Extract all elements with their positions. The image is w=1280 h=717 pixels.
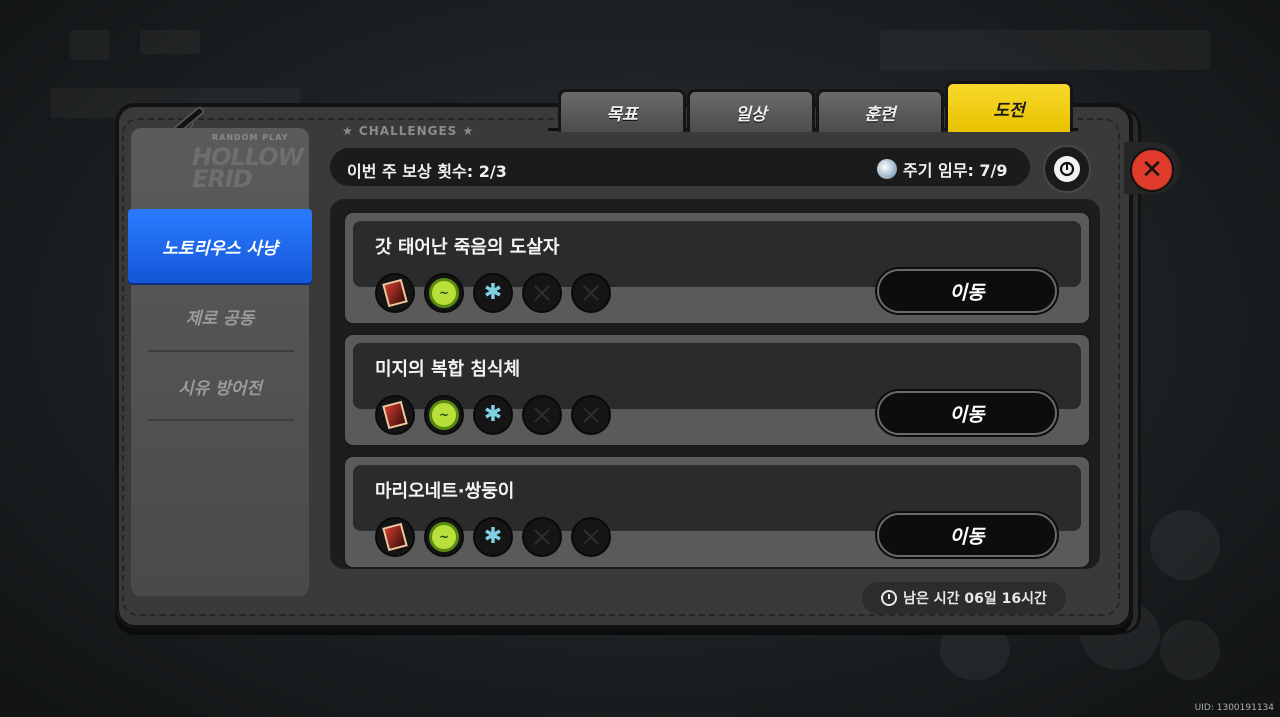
- cycle-tasks: 주기 임무: 7/9: [877, 157, 1008, 181]
- challenge-card: 미지의 복합 침식체 ~ ✱ 이동: [343, 333, 1091, 447]
- go-button[interactable]: 이동: [877, 513, 1057, 557]
- tab-label: 훈련: [864, 104, 896, 125]
- weekly-reward-count: 이번 주 보상 횟수: 2/3: [347, 162, 507, 181]
- empty-slot-icon: [571, 395, 611, 435]
- sidebar-item-label: 시유 방어전: [177, 378, 263, 399]
- go-button[interactable]: 이동: [877, 391, 1057, 435]
- globe-icon: [877, 159, 897, 179]
- bg-decoration: [70, 30, 110, 60]
- tab-label: 일상: [735, 104, 767, 125]
- logo-subtitle: RANDOM PLAY: [212, 133, 289, 142]
- sidebar-item-label: 노토리우스 사냥: [162, 238, 278, 259]
- close-icon: ✕: [1130, 148, 1174, 192]
- reward-card-icon[interactable]: [375, 517, 415, 557]
- clock-icon: [881, 590, 898, 606]
- reward-card-icon[interactable]: [375, 273, 415, 313]
- time-remaining-text: 남은 시간 06일 16시간: [903, 591, 1047, 607]
- sidebar-item-label: 제로 공동: [185, 308, 255, 329]
- sidebar-divider: [148, 419, 294, 421]
- challenge-card: 갓 태어난 죽음의 도살자 ~ ✱ 이동: [343, 211, 1091, 325]
- empty-slot-icon: [522, 517, 562, 557]
- empty-slot-icon: [571, 517, 611, 557]
- close-button[interactable]: ✕: [1124, 142, 1180, 194]
- challenge-card: 마리오네트·쌍둥이 ~ ✱ 이동: [343, 455, 1091, 569]
- time-remaining: 남은 시간 06일 16시간: [862, 582, 1066, 614]
- reward-coin-icon[interactable]: ~: [424, 395, 464, 435]
- empty-slot-icon: [571, 273, 611, 313]
- tab-label: 목표: [606, 104, 638, 125]
- tab-training[interactable]: 훈련: [816, 89, 944, 132]
- empty-slot-icon: [522, 273, 562, 313]
- reward-coin-icon[interactable]: ~: [424, 273, 464, 313]
- reward-gear-icon[interactable]: ✱: [473, 395, 513, 435]
- empty-slot-icon: [522, 395, 562, 435]
- bg-decoration: [1160, 620, 1220, 680]
- tab-daily[interactable]: 일상: [687, 89, 815, 132]
- reward-icons: ~ ✱: [375, 395, 611, 435]
- bg-decoration: [140, 30, 200, 54]
- reward-icons: ~ ✱: [375, 273, 611, 313]
- challenge-title: 미지의 복합 침식체: [375, 359, 521, 380]
- bg-decoration: [880, 30, 1210, 70]
- sidebar-item-zero-hollow[interactable]: 제로 공동: [128, 280, 312, 352]
- sidebar-item-shiyu-defense[interactable]: 시유 방어전: [128, 350, 312, 422]
- reward-gear-icon[interactable]: ✱: [473, 517, 513, 557]
- tab-challenge[interactable]: 도전: [945, 81, 1073, 132]
- challenge-title: 마리오네트·쌍둥이: [375, 481, 515, 502]
- bg-decoration: [1150, 510, 1220, 580]
- tab-goals[interactable]: 목표: [558, 89, 686, 132]
- uid-label: UID: 1300191134: [1194, 703, 1274, 713]
- section-label: ★ CHALLENGES ★: [342, 124, 475, 138]
- power-icon: [1054, 156, 1080, 182]
- cycle-tasks-text: 주기 임무: 7/9: [903, 161, 1008, 180]
- sidebar-item-notorious-hunt[interactable]: 노토리우스 사냥: [128, 209, 312, 283]
- reward-card-icon[interactable]: [375, 395, 415, 435]
- reward-icons: ~ ✱: [375, 517, 611, 557]
- timer-button[interactable]: [1043, 145, 1091, 193]
- reward-coin-icon[interactable]: ~: [424, 517, 464, 557]
- hollow-erid-logo: HOLLOW ERID: [192, 143, 304, 193]
- challenge-title: 갓 태어난 죽음의 도살자: [375, 237, 560, 258]
- go-button[interactable]: 이동: [877, 269, 1057, 313]
- tab-label: 도전: [993, 100, 1025, 121]
- reward-gear-icon[interactable]: ✱: [473, 273, 513, 313]
